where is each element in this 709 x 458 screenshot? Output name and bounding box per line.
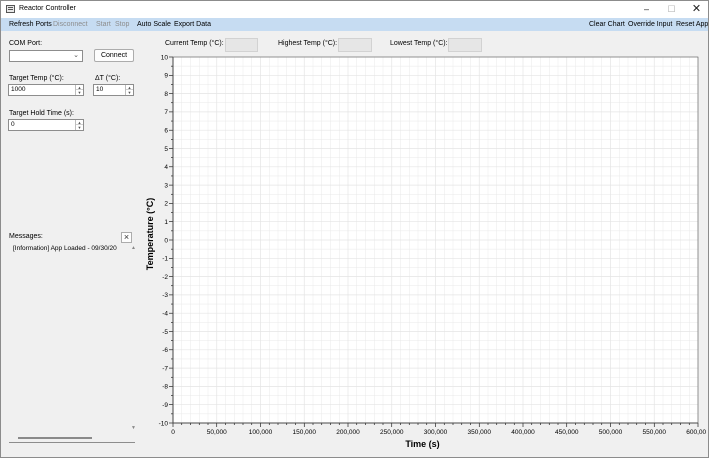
messages-list[interactable]: [Information] App Loaded - 09/30/20 ▲ ▼ xyxy=(9,243,136,435)
override-input-menu[interactable]: Override Input xyxy=(628,21,672,28)
delta-t-input[interactable]: 10 ▲ ▼ xyxy=(93,84,134,96)
lowest-temp-label: Lowest Temp (°C): xyxy=(390,40,448,47)
delta-t-label: ΔT (°C): xyxy=(95,75,121,82)
horizontal-scrollbar[interactable] xyxy=(9,442,135,444)
y-tick-label: -3 xyxy=(162,292,168,299)
y-tick-label: -7 xyxy=(162,365,168,372)
auto-scale-menu[interactable]: Auto Scale xyxy=(137,21,171,28)
hold-time-label: Target Hold Time (s): xyxy=(9,110,74,117)
x-tick-label: 450,000 xyxy=(555,429,579,436)
y-tick-label: 9 xyxy=(164,73,168,80)
connect-button[interactable]: Connect xyxy=(94,49,134,62)
y-tick-label: 6 xyxy=(164,128,168,135)
com-port-select[interactable]: ⌄ xyxy=(9,50,83,62)
maximize-button[interactable]: ☐ xyxy=(659,1,684,18)
close-icon: × xyxy=(123,232,130,242)
x-tick-label: 550,000 xyxy=(643,429,667,436)
spin-down-icon[interactable]: ▼ xyxy=(76,90,83,95)
y-tick-label: -10 xyxy=(159,420,169,427)
clear-chart-menu[interactable]: Clear Chart xyxy=(589,21,625,28)
y-tick-label: 7 xyxy=(164,109,168,116)
y-tick-label: -9 xyxy=(162,402,168,409)
close-button[interactable]: ✕ xyxy=(684,1,709,18)
spin-down-icon[interactable]: ▼ xyxy=(126,90,133,95)
list-item: [Information] App Loaded - 09/30/20 xyxy=(13,245,117,252)
y-axis-title: Temperature (°C) xyxy=(145,198,155,270)
hold-time-value: 0 xyxy=(11,121,15,128)
x-tick-label: 200,000 xyxy=(336,429,360,436)
spin-down-icon[interactable]: ▼ xyxy=(76,125,83,130)
messages-label: Messages: xyxy=(9,233,43,240)
minimize-button[interactable]: – xyxy=(634,1,659,18)
stop-menu[interactable]: Stop xyxy=(115,21,129,28)
chevron-down-icon: ⌄ xyxy=(73,52,79,59)
target-temp-input[interactable]: 1000 ▲ ▼ xyxy=(8,84,84,96)
current-temp-label: Current Temp (°C): xyxy=(165,40,224,47)
y-tick-label: 1 xyxy=(164,219,168,226)
target-temp-spinner[interactable]: ▲ ▼ xyxy=(75,85,83,95)
y-tick-label: -1 xyxy=(162,256,168,263)
reset-app-menu[interactable]: Reset App xyxy=(676,21,708,28)
y-tick-label: 8 xyxy=(164,91,168,98)
y-tick-label: -5 xyxy=(162,329,168,336)
com-port-label: COM Port: xyxy=(9,40,43,47)
x-axis-title: Time (s) xyxy=(405,439,439,449)
delta-t-spinner[interactable]: ▲ ▼ xyxy=(125,85,133,95)
menu-bar: Refresh Ports Disconnect Start Stop Auto… xyxy=(1,18,708,31)
x-tick-label: 300,000 xyxy=(424,429,448,436)
target-temp-label: Target Temp (°C): xyxy=(9,75,64,82)
highest-temp-value xyxy=(338,38,372,52)
x-tick-label: 250,000 xyxy=(380,429,404,436)
title-bar: Reactor Controller – ☐ ✕ xyxy=(1,1,708,18)
hold-time-input[interactable]: 0 ▲ ▼ xyxy=(8,119,84,131)
x-tick-label: 0 xyxy=(171,429,175,436)
export-data-menu[interactable]: Export Data xyxy=(174,21,211,28)
x-tick-label: 350,000 xyxy=(468,429,492,436)
y-tick-label: 10 xyxy=(161,54,169,61)
app-window: Reactor Controller – ☐ ✕ Refresh Ports D… xyxy=(0,0,709,458)
app-icon xyxy=(6,5,15,13)
hold-time-spinner[interactable]: ▲ ▼ xyxy=(75,120,83,130)
x-tick-label: 150,000 xyxy=(293,429,317,436)
y-tick-label: 0 xyxy=(164,237,168,244)
x-tick-label: 100,000 xyxy=(249,429,273,436)
start-menu[interactable]: Start xyxy=(96,21,111,28)
highest-temp-label: Highest Temp (°C): xyxy=(278,40,338,47)
y-tick-label: 3 xyxy=(164,182,168,189)
delta-t-value: 10 xyxy=(96,86,104,93)
y-tick-label: 4 xyxy=(164,164,168,171)
y-tick-label: -4 xyxy=(162,311,168,318)
window-title: Reactor Controller xyxy=(19,5,76,12)
x-tick-label: 400,000 xyxy=(511,429,535,436)
y-tick-label: 5 xyxy=(164,146,168,153)
y-tick-label: -6 xyxy=(162,347,168,354)
temperature-chart[interactable]: 109876543210-1-2-3-4-5-6-7-8-9-100 50,000… xyxy=(136,51,706,453)
refresh-ports-menu[interactable]: Refresh Ports xyxy=(9,21,52,28)
current-temp-value xyxy=(225,38,258,52)
disconnect-menu[interactable]: Disconnect xyxy=(53,21,88,28)
target-temp-value: 1000 xyxy=(11,86,26,93)
y-tick-label: -2 xyxy=(162,274,168,281)
y-tick-label: -8 xyxy=(162,384,168,391)
lowest-temp-value xyxy=(448,38,482,52)
x-tick-label: 500,000 xyxy=(599,429,623,436)
horizontal-scrollbar-thumb[interactable] xyxy=(18,437,92,439)
x-tick-label: 600,000 xyxy=(686,429,706,436)
y-tick-label: 2 xyxy=(164,201,168,208)
clear-messages-button[interactable]: × xyxy=(121,232,132,243)
x-tick-label: 50,000 xyxy=(207,429,227,436)
